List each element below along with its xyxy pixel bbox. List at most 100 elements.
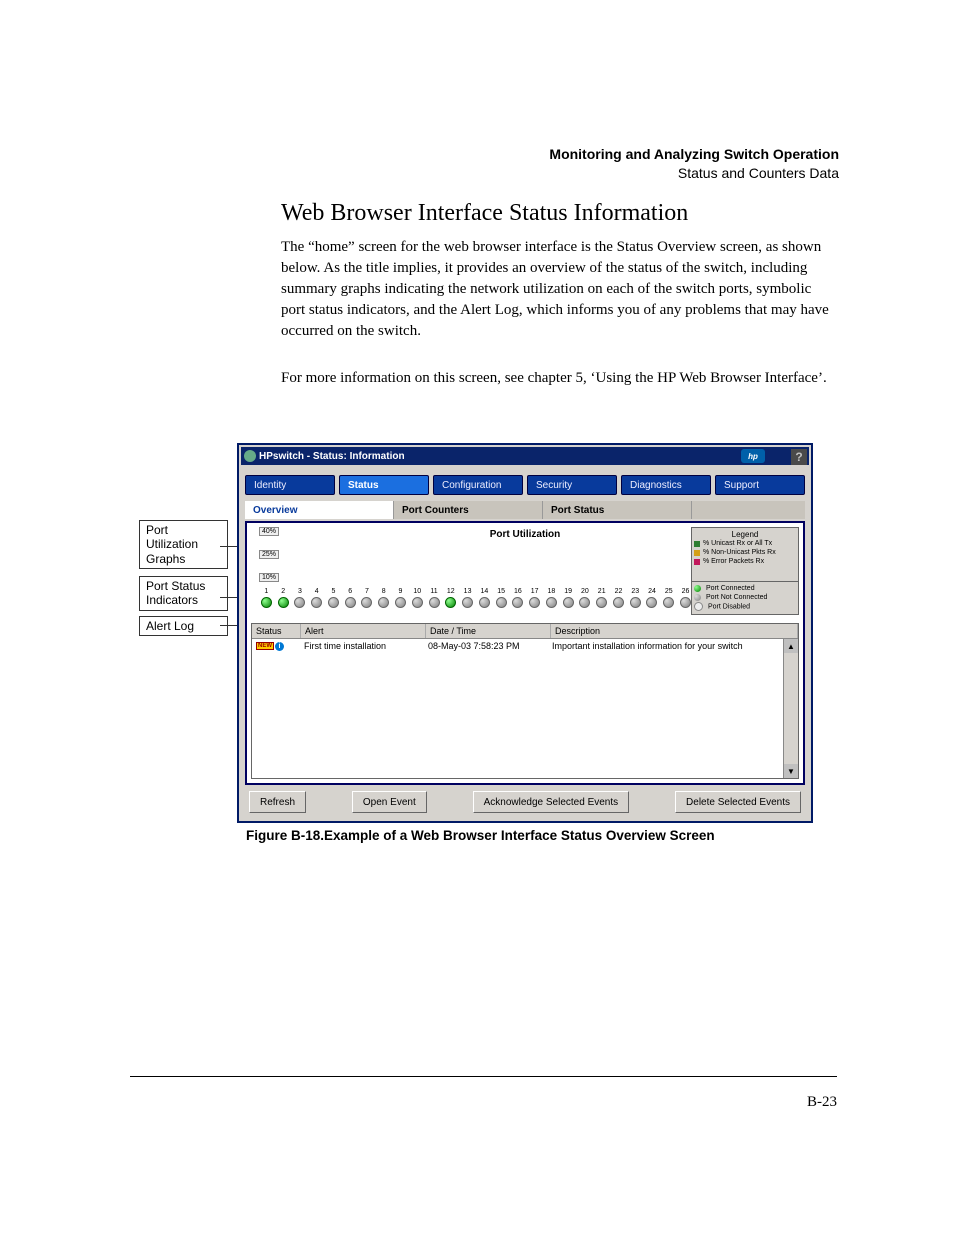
port-led-connected-icon: [261, 597, 272, 608]
port-24[interactable]: 24: [645, 588, 660, 613]
col-description[interactable]: Description: [551, 624, 798, 638]
section-title: Web Browser Interface Status Information: [281, 200, 688, 227]
port-led-icon: [563, 597, 574, 608]
scroll-up-icon[interactable]: ▲: [784, 639, 798, 653]
nav-tab-security[interactable]: Security: [527, 475, 617, 495]
port-4[interactable]: 4: [309, 588, 324, 613]
nav-tab-diagnostics[interactable]: Diagnostics: [621, 475, 711, 495]
nav-tab-identity[interactable]: Identity: [245, 475, 335, 495]
legend-label: Port Disabled: [708, 604, 750, 611]
nav-tab-support[interactable]: Support: [715, 475, 805, 495]
port-15[interactable]: 15: [494, 588, 509, 613]
port-7[interactable]: 7: [360, 588, 375, 613]
port-8[interactable]: 8: [376, 588, 391, 613]
port-3[interactable]: 3: [293, 588, 308, 613]
help-icon[interactable]: ?: [791, 449, 807, 465]
port-led-icon: [579, 597, 590, 608]
scroll-down-icon[interactable]: ▼: [784, 764, 798, 778]
legend-swatch-icon: [694, 550, 700, 556]
header-line-2: Status and Counters Data: [549, 164, 839, 183]
port-19[interactable]: 19: [561, 588, 576, 613]
port-13[interactable]: 13: [460, 588, 475, 613]
legend-swatch-icon: [694, 541, 700, 547]
port-9[interactable]: 9: [393, 588, 408, 613]
refresh-button[interactable]: Refresh: [249, 791, 306, 813]
nav-tab-configuration[interactable]: Configuration: [433, 475, 523, 495]
sub-tab-overview[interactable]: Overview: [245, 501, 394, 519]
button-row: Refresh Open Event Acknowledge Selected …: [249, 791, 801, 813]
port-21[interactable]: 21: [594, 588, 609, 613]
port-led-connected-icon: [278, 597, 289, 608]
port-led-icon: [395, 597, 406, 608]
col-status[interactable]: Status: [252, 624, 301, 638]
port-number: 17: [527, 588, 542, 595]
delete-events-button[interactable]: Delete Selected Events: [675, 791, 801, 813]
port-2[interactable]: 2: [276, 588, 291, 613]
sub-tab-port-counters[interactable]: Port Counters: [394, 501, 543, 519]
pct-25: 25%: [259, 550, 279, 559]
running-header: Monitoring and Analyzing Switch Operatio…: [549, 145, 839, 183]
port-led-icon: [311, 597, 322, 608]
port-status-legend: Port Connected Port Not Connected Port D…: [691, 581, 799, 615]
open-event-button[interactable]: Open Event: [352, 791, 427, 813]
col-datetime[interactable]: Date / Time: [426, 624, 551, 638]
port-led-icon: [680, 597, 691, 608]
port-led-icon: [294, 597, 305, 608]
port-12[interactable]: 12: [443, 588, 458, 613]
port-led-icon: [328, 597, 339, 608]
port-11[interactable]: 11: [427, 588, 442, 613]
port-20[interactable]: 20: [578, 588, 593, 613]
port-14[interactable]: 14: [477, 588, 492, 613]
port-22[interactable]: 22: [611, 588, 626, 613]
port-number: 15: [494, 588, 509, 595]
port-led-icon: [630, 597, 641, 608]
port-17[interactable]: 17: [527, 588, 542, 613]
callout-alert-log: Alert Log: [139, 616, 228, 636]
legend-item-unicast: % Unicast Rx or All Tx: [694, 540, 796, 549]
scrollbar[interactable]: ▲ ▼: [783, 639, 798, 778]
port-number: 23: [628, 588, 643, 595]
port-number: 1: [259, 588, 274, 595]
legend-label: % Unicast Rx or All Tx: [703, 540, 772, 549]
cell-description: Important installation information for y…: [548, 640, 798, 652]
port-6[interactable]: 6: [343, 588, 358, 613]
legend-label: Port Connected: [706, 585, 755, 592]
port-led-icon: [496, 597, 507, 608]
port-number: 10: [410, 588, 425, 595]
port-led-icon: [378, 597, 389, 608]
java-cup-icon: [244, 450, 256, 462]
legend-port-disabled: Port Disabled: [694, 602, 796, 611]
window-title: HPswitch - Status: Information: [259, 451, 405, 462]
table-header-row: Status Alert Date / Time Description: [252, 624, 798, 639]
port-number: 2: [276, 588, 291, 595]
port-5[interactable]: 5: [326, 588, 341, 613]
cell-datetime: 08-May-03 7:58:23 PM: [424, 640, 548, 652]
table-body: NEW i First time installation 08-May-03 …: [252, 639, 798, 778]
led-not-connected-icon: [694, 594, 701, 601]
port-led-icon: [596, 597, 607, 608]
legend-item-nonunicast: % Non-Unicast Pkts Rx: [694, 549, 796, 558]
port-18[interactable]: 18: [544, 588, 559, 613]
port-1[interactable]: 1: [259, 588, 274, 613]
nav-tab-status[interactable]: Status: [339, 475, 429, 495]
port-number: 5: [326, 588, 341, 595]
port-number: 19: [561, 588, 576, 595]
info-icon: i: [275, 642, 284, 651]
cell-alert: First time installation: [300, 640, 424, 652]
sub-tab-port-status[interactable]: Port Status: [543, 501, 692, 519]
port-10[interactable]: 10: [410, 588, 425, 613]
window-titlebar: HPswitch - Status: Information hp ?: [241, 447, 809, 465]
port-led-icon: [345, 597, 356, 608]
col-alert[interactable]: Alert: [301, 624, 426, 638]
port-led-icon: [529, 597, 540, 608]
table-row[interactable]: NEW i First time installation 08-May-03 …: [252, 639, 798, 653]
figure-caption: Figure B-18.Example of a Web Browser Int…: [246, 828, 715, 843]
port-number: 12: [443, 588, 458, 595]
main-nav: Identity Status Configuration Security D…: [245, 475, 805, 495]
acknowledge-button[interactable]: Acknowledge Selected Events: [473, 791, 630, 813]
port-23[interactable]: 23: [628, 588, 643, 613]
pct-10: 10%: [259, 573, 279, 582]
port-led-icon: [412, 597, 423, 608]
port-16[interactable]: 16: [510, 588, 525, 613]
port-25[interactable]: 25: [661, 588, 676, 613]
